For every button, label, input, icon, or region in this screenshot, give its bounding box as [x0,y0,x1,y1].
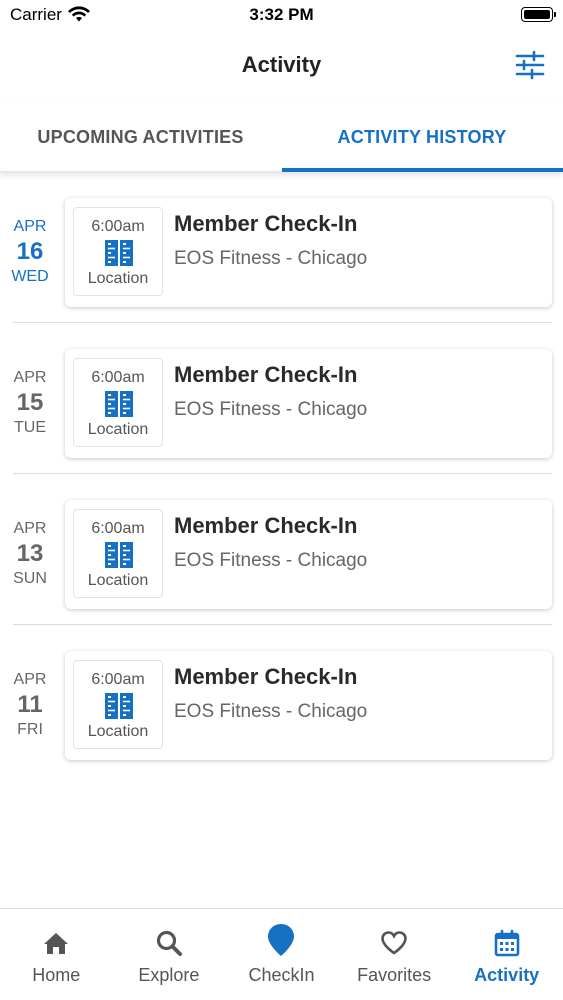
list-item: APR 16 WED 6:00am Location Member Check-… [0,172,563,323]
date-weekday: TUE [14,419,46,436]
activity-date: APR 11 FRI [0,670,60,740]
date-day: 16 [16,238,44,265]
tabbar-item-activity[interactable]: Activity [450,909,563,1000]
locker-icon [105,542,133,568]
locker-icon [105,391,133,417]
location-label: Location [87,723,149,740]
tabbar-label: Explore [138,965,200,985]
time-location-box: 6:00am Location [73,358,163,447]
time-location-box: 6:00am Location [73,509,163,598]
time-location-box: 6:00am Location [73,660,163,749]
list-item: APR 11 FRI 6:00am Location Member Check-… [0,625,563,776]
activity-date: APR 15 TUE [0,368,60,438]
activity-screen: Carrier 3:32 PM Activity UPCOMING ACTIVI… [0,0,563,1000]
tabbar-item-checkin[interactable]: CheckIn [225,909,338,1000]
list-item: APR 15 TUE 6:00am Location Member Check-… [0,323,563,474]
map-pin-icon [268,924,295,956]
tabbar-label: Home [32,965,81,985]
date-month: APR [13,218,47,235]
tab-upcoming-activities[interactable]: UPCOMING ACTIVITIES [0,102,281,172]
activity-card[interactable]: 6:00am Location Member Check-In EOS Fitn… [65,500,552,609]
activity-title: Member Check-In [174,211,358,236]
status-bar: Carrier 3:32 PM [0,0,563,30]
activity-date: APR 16 WED [0,217,60,287]
activity-card[interactable]: 6:00am Location Member Check-In EOS Fitn… [65,651,552,760]
active-tab-indicator [282,168,563,172]
date-day: 11 [17,691,43,718]
time-location-box: 6:00am Location [73,207,163,296]
list-item: APR 13 SUN 6:00am Location Member Check-… [0,474,563,625]
date-month: APR [13,369,47,386]
activity-time: 6:00am [91,671,145,688]
location-label: Location [87,421,149,438]
tabbar-item-home[interactable]: Home [0,909,113,1000]
sliders-icon[interactable] [515,50,545,80]
activity-time: 6:00am [91,520,145,537]
tabbar-label: Favorites [357,965,432,985]
activity-date: APR 13 SUN [0,519,60,589]
home-icon [44,933,69,954]
activity-time: 6:00am [91,218,145,235]
tabbar-item-explore[interactable]: Explore [113,909,226,1000]
locker-icon [105,240,133,266]
bottom-tab-bar: Home Explore CheckIn Favorites Activity [0,908,563,1000]
battery-icon [521,7,556,22]
clock-label: 3:32 PM [249,5,314,24]
activity-card[interactable]: 6:00am Location Member Check-In EOS Fitn… [65,198,552,307]
segment-tabs: UPCOMING ACTIVITIES ACTIVITY HISTORY [0,102,563,172]
locker-icon [105,693,133,719]
page-title: Activity [241,52,322,77]
tab-activity-history[interactable]: ACTIVITY HISTORY [281,102,563,172]
location-label: Location [87,270,149,287]
date-month: APR [13,520,47,537]
date-day: 15 [16,389,44,416]
activity-subtitle: EOS Fitness - Chicago [174,399,368,420]
tabbar-item-favorites[interactable]: Favorites [338,909,451,1000]
date-weekday: WED [11,268,49,285]
activity-title: Member Check-In [174,513,358,538]
date-weekday: FRI [17,721,43,738]
tabbar-label: Activity [474,965,540,985]
calendar-icon [494,929,519,957]
date-weekday: SUN [13,570,47,587]
tabbar-label: CheckIn [248,965,315,985]
activity-subtitle: EOS Fitness - Chicago [174,550,368,571]
activity-subtitle: EOS Fitness - Chicago [174,701,368,722]
date-day: 13 [16,540,44,567]
heart-icon [381,931,407,955]
activity-card[interactable]: 6:00am Location Member Check-In EOS Fitn… [65,349,552,458]
activity-subtitle: EOS Fitness - Chicago [174,248,368,269]
search-icon [156,930,182,956]
activity-time: 6:00am [91,369,145,386]
location-label: Location [87,572,149,589]
activity-title: Member Check-In [174,362,358,387]
activity-title: Member Check-In [174,664,358,689]
nav-header: Activity [0,30,563,102]
date-month: APR [13,671,47,688]
